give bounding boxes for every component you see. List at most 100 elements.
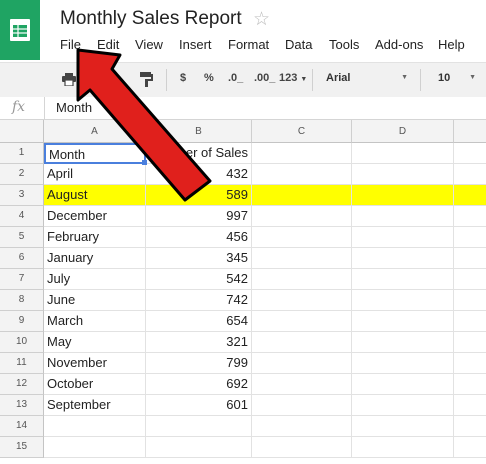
table-cell[interactable] <box>454 395 486 416</box>
sheets-logo[interactable] <box>0 0 40 60</box>
table-cell[interactable] <box>454 164 486 185</box>
table-cell[interactable]: 542 <box>146 269 252 290</box>
paint-format-icon[interactable] <box>140 72 154 87</box>
star-icon[interactable]: ☆ <box>253 8 270 31</box>
table-cell[interactable]: August <box>44 185 146 206</box>
table-cell[interactable]: 345 <box>146 248 252 269</box>
document-title[interactable]: Monthly Sales Report <box>60 8 242 30</box>
table-cell[interactable] <box>352 143 454 164</box>
table-cell[interactable] <box>252 206 352 227</box>
column-header-d[interactable]: D <box>352 120 454 143</box>
table-cell[interactable] <box>252 416 352 437</box>
table-cell[interactable] <box>454 185 486 206</box>
row-header[interactable]: 13 <box>0 395 44 416</box>
menu-tools[interactable]: Tools <box>329 37 359 52</box>
table-cell[interactable] <box>454 290 486 311</box>
table-cell[interactable] <box>146 416 252 437</box>
row-header[interactable]: 6 <box>0 248 44 269</box>
table-cell[interactable] <box>252 164 352 185</box>
table-cell[interactable] <box>252 248 352 269</box>
column-header-overflow[interactable] <box>454 120 486 143</box>
table-cell[interactable] <box>252 269 352 290</box>
row-header[interactable]: 14 <box>0 416 44 437</box>
print-icon[interactable] <box>62 73 76 86</box>
row-header[interactable]: 10 <box>0 332 44 353</box>
table-cell[interactable] <box>454 269 486 290</box>
increase-decimal-button[interactable]: .00_ <box>254 72 275 84</box>
more-formats-button[interactable]: 123 ▼ <box>279 72 307 84</box>
table-cell[interactable] <box>252 437 352 458</box>
table-cell[interactable] <box>454 332 486 353</box>
table-cell[interactable] <box>252 374 352 395</box>
row-header[interactable]: 3 <box>0 185 44 206</box>
font-select[interactable]: Arial ▼ <box>316 69 416 89</box>
table-cell[interactable]: 654 <box>146 311 252 332</box>
table-cell[interactable] <box>352 248 454 269</box>
table-cell[interactable] <box>454 416 486 437</box>
menu-view[interactable]: View <box>135 37 163 52</box>
table-cell[interactable] <box>146 437 252 458</box>
table-cell[interactable] <box>454 437 486 458</box>
table-cell[interactable]: March <box>44 311 146 332</box>
row-header[interactable]: 2 <box>0 164 44 185</box>
decrease-decimal-button[interactable]: .0_ <box>228 72 243 84</box>
table-cell[interactable] <box>352 164 454 185</box>
table-cell[interactable] <box>454 353 486 374</box>
table-cell[interactable]: 997 <box>146 206 252 227</box>
row-header[interactable]: 5 <box>0 227 44 248</box>
table-cell[interactable]: 589 <box>146 185 252 206</box>
table-cell[interactable]: September <box>44 395 146 416</box>
table-cell[interactable] <box>252 353 352 374</box>
table-cell[interactable]: July <box>44 269 146 290</box>
menu-format[interactable]: Format <box>228 37 269 52</box>
menu-file[interactable]: File <box>60 37 81 52</box>
table-cell[interactable] <box>454 206 486 227</box>
table-cell[interactable] <box>44 416 146 437</box>
row-header[interactable]: 12 <box>0 374 44 395</box>
table-cell[interactable] <box>352 353 454 374</box>
table-cell[interactable] <box>454 311 486 332</box>
table-cell[interactable]: 456 <box>146 227 252 248</box>
column-header-a[interactable]: A <box>44 120 146 143</box>
table-cell[interactable]: February <box>44 227 146 248</box>
table-cell[interactable] <box>352 395 454 416</box>
table-cell[interactable]: January <box>44 248 146 269</box>
table-cell[interactable]: 692 <box>146 374 252 395</box>
table-cell[interactable] <box>352 206 454 227</box>
table-cell[interactable] <box>252 395 352 416</box>
font-size-select[interactable]: 10 ▼ <box>424 69 484 89</box>
table-cell[interactable] <box>252 332 352 353</box>
menu-help[interactable]: Help <box>438 37 465 52</box>
table-cell[interactable] <box>352 416 454 437</box>
table-cell[interactable] <box>454 143 486 164</box>
table-cell[interactable] <box>352 227 454 248</box>
column-header-b[interactable]: B <box>146 120 252 143</box>
table-cell[interactable] <box>454 227 486 248</box>
table-cell[interactable] <box>352 269 454 290</box>
row-header[interactable]: 1 <box>0 143 44 164</box>
row-header[interactable]: 9 <box>0 311 44 332</box>
fill-handle[interactable] <box>142 160 147 165</box>
percent-format-button[interactable]: % <box>204 72 214 84</box>
table-cell[interactable]: 601 <box>146 395 252 416</box>
table-cell[interactable] <box>252 185 352 206</box>
row-header[interactable]: 7 <box>0 269 44 290</box>
table-cell[interactable] <box>352 374 454 395</box>
table-cell[interactable]: May <box>44 332 146 353</box>
table-cell[interactable]: April <box>44 164 146 185</box>
table-cell[interactable]: 742 <box>146 290 252 311</box>
table-cell[interactable] <box>352 311 454 332</box>
select-all-corner[interactable] <box>0 120 44 143</box>
table-cell[interactable]: October <box>44 374 146 395</box>
table-cell[interactable] <box>252 227 352 248</box>
table-cell[interactable] <box>352 332 454 353</box>
table-cell[interactable]: 799 <box>146 353 252 374</box>
menu-edit[interactable]: Edit <box>97 37 119 52</box>
table-cell[interactable]: November <box>44 353 146 374</box>
formula-input[interactable]: Month <box>56 100 92 115</box>
row-header[interactable]: 11 <box>0 353 44 374</box>
table-cell[interactable] <box>352 290 454 311</box>
menu-add-ons[interactable]: Add-ons <box>375 37 423 52</box>
row-header[interactable]: 8 <box>0 290 44 311</box>
menu-data[interactable]: Data <box>285 37 312 52</box>
